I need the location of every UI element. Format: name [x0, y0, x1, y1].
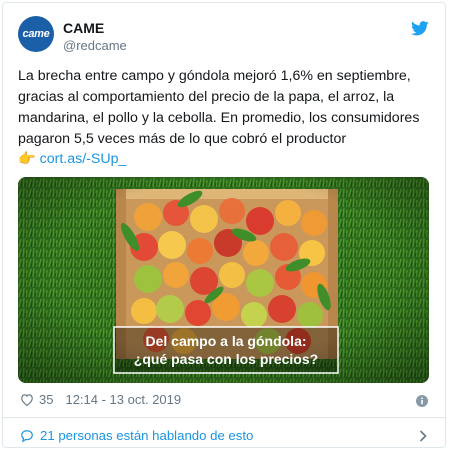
tweet-media-image[interactable]: Del campo a la góndola: ¿qué pasa con lo…	[18, 177, 429, 383]
tweet-link[interactable]: cort.as/-SUp_	[40, 151, 127, 167]
pointing-hand-icon: 👉	[18, 151, 36, 167]
media-caption-line2: ¿qué pasa con los precios?	[134, 351, 318, 367]
tweet-timestamp[interactable]: 12:14 - 13 oct. 2019	[65, 392, 181, 407]
tweet-text: La brecha entre campo y góndola mejoró 1…	[18, 68, 420, 147]
chevron-right-icon[interactable]	[419, 430, 427, 442]
info-icon[interactable]	[416, 395, 428, 407]
twitter-bird-icon[interactable]	[411, 21, 429, 36]
heart-icon[interactable]	[20, 393, 34, 406]
tweet-link-line: 👉 cort.as/-SUp_	[18, 150, 126, 169]
fruit-crate-illustration: Del campo a la góndola: ¿qué pasa con lo…	[18, 177, 429, 383]
account-handle[interactable]: @redcame	[63, 38, 127, 53]
avatar[interactable]: came	[18, 16, 54, 52]
like-count[interactable]: 35	[39, 392, 53, 407]
avatar-logo: came	[22, 28, 50, 40]
tweet-meta: 35 12:14 - 13 oct. 2019	[20, 392, 181, 407]
speech-bubble-icon	[21, 429, 33, 442]
media-caption-line1: Del campo a la góndola:	[145, 333, 306, 349]
tweet-card: came CAME @redcame La brecha entre campo…	[2, 2, 446, 448]
account-name[interactable]: CAME	[63, 20, 104, 36]
conversation-link[interactable]: 21 personas están hablando de esto	[20, 428, 253, 443]
divider	[3, 417, 445, 418]
conversation-label: 21 personas están hablando de esto	[40, 428, 254, 443]
